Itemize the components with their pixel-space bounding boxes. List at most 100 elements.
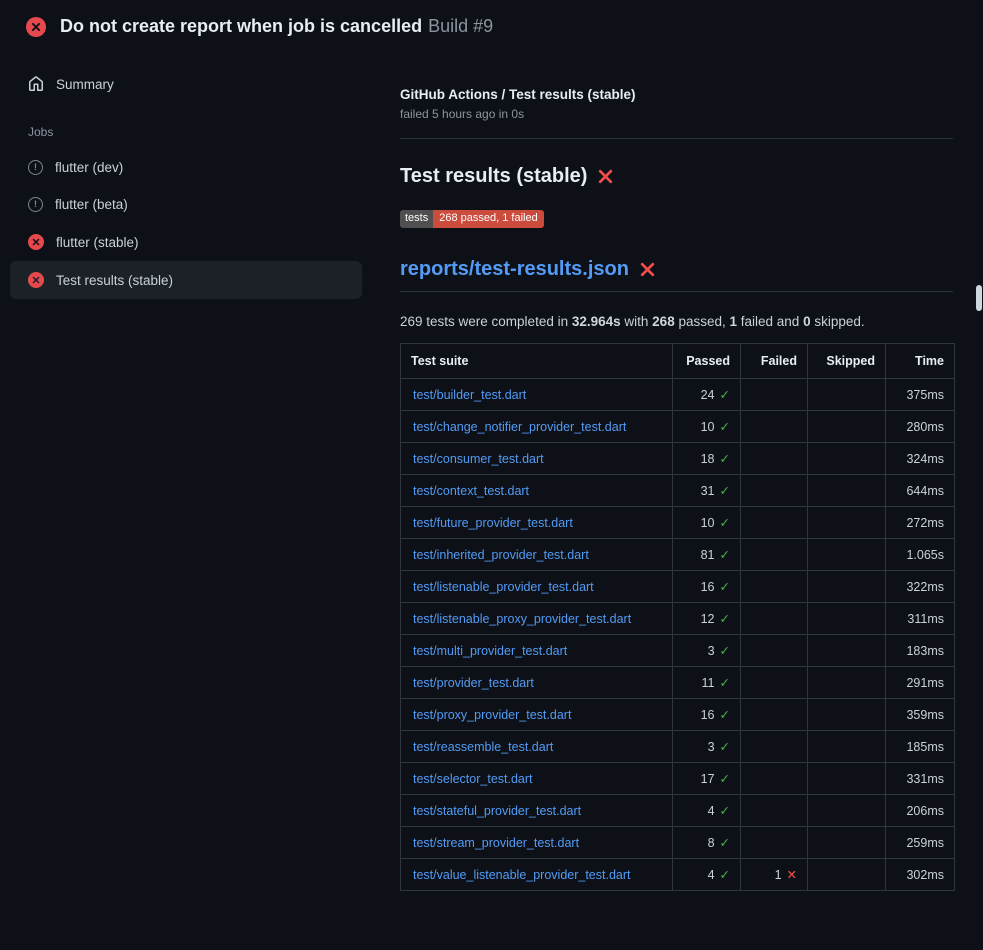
check-icon: ✓ — [720, 708, 730, 722]
test-suite-link[interactable]: test/value_listenable_provider_test.dart — [413, 868, 631, 882]
badge-value: 268 passed, 1 failed — [433, 210, 543, 228]
skipped-cell — [808, 827, 886, 859]
time-cell: 302ms — [886, 859, 955, 891]
passed-cell-count: 17 — [701, 772, 715, 786]
test-suite-link[interactable]: test/listenable_provider_test.dart — [413, 580, 594, 594]
passed-cell: 18 ✓ — [673, 443, 741, 475]
test-results-table: Test suite Passed Failed Skipped Time te… — [400, 343, 955, 891]
jobs-section-label: Jobs — [10, 103, 362, 149]
sidebar-item-flutter-beta[interactable]: flutter (beta) — [10, 186, 362, 223]
table-row: test/change_notifier_provider_test.dart1… — [401, 411, 955, 443]
test-suite-link[interactable]: test/inherited_provider_test.dart — [413, 548, 589, 562]
sidebar-item-test-results-stable[interactable]: Test results (stable) — [10, 261, 362, 299]
passed-cell: 17 ✓ — [673, 763, 741, 795]
col-skipped: Skipped — [808, 344, 886, 379]
test-suite-link[interactable]: test/multi_provider_test.dart — [413, 644, 567, 658]
time-cell: 272ms — [886, 507, 955, 539]
failed-x-icon — [597, 168, 614, 185]
check-icon: ✓ — [720, 740, 730, 754]
time-cell: 183ms — [886, 635, 955, 667]
test-suite-link[interactable]: test/stateful_provider_test.dart — [413, 804, 581, 818]
table-row: test/reassemble_test.dart 3✓ 185ms — [401, 731, 955, 763]
sidebar-item-label: Test results (stable) — [56, 273, 173, 288]
suite-cell: test/value_listenable_provider_test.dart — [401, 859, 673, 891]
check-icon: ✓ — [720, 836, 730, 850]
suite-cell: test/reassemble_test.dart — [401, 731, 673, 763]
failed-cell — [741, 379, 808, 411]
skipped-cell — [808, 507, 886, 539]
results-table-body: test/builder_test.dart24✓375mstest/chang… — [401, 379, 955, 891]
table-row: test/stream_provider_test.dart8✓259ms — [401, 827, 955, 859]
badge-label: tests — [400, 210, 433, 228]
check-icon: ✓ — [720, 580, 730, 594]
passed-cell-count: 3 — [708, 644, 715, 658]
passed-cell-count: 18 — [701, 452, 715, 466]
passed-cell: 10✓ — [673, 507, 741, 539]
time-cell: 331ms — [886, 763, 955, 795]
table-row: test/listenable_provider_test.dart16✓322… — [401, 571, 955, 603]
summary-text: skipped. — [811, 314, 865, 329]
failed-cell — [741, 795, 808, 827]
failed-cell — [741, 475, 808, 507]
sidebar-item-label: flutter (stable) — [56, 235, 139, 250]
check-icon: ✓ — [720, 452, 730, 466]
check-icon: ✓ — [720, 772, 730, 786]
test-suite-link[interactable]: test/consumer_test.dart — [413, 452, 544, 466]
skipped-cell — [808, 443, 886, 475]
summary-text: passed, — [675, 314, 730, 329]
time-cell: 185ms — [886, 731, 955, 763]
time-cell: 311ms — [886, 603, 955, 635]
breadcrumb: GitHub Actions / Test results (stable) — [400, 87, 953, 102]
test-suite-link[interactable]: test/change_notifier_provider_test.dart — [413, 420, 626, 434]
skipped-cell — [808, 731, 886, 763]
failed-cell — [741, 827, 808, 859]
suite-cell: test/listenable_proxy_provider_test.dart — [401, 603, 673, 635]
passed-cell: 4✓ — [673, 859, 741, 891]
sidebar-item-summary[interactable]: Summary — [10, 65, 362, 103]
suite-cell: test/inherited_provider_test.dart — [401, 539, 673, 571]
test-suite-link[interactable]: test/provider_test.dart — [413, 676, 534, 690]
build-number: Build #9 — [428, 16, 493, 36]
test-suite-link[interactable]: test/future_provider_test.dart — [413, 516, 573, 530]
check-icon: ✓ — [720, 868, 730, 882]
test-suite-link[interactable]: test/reassemble_test.dart — [413, 740, 553, 754]
check-icon: ✓ — [720, 420, 730, 434]
passed-cell-count: 4 — [708, 804, 715, 818]
summary-duration: 32.964s — [572, 314, 621, 329]
test-suite-link[interactable]: test/proxy_provider_test.dart — [413, 708, 571, 722]
passed-cell: 3✓ — [673, 731, 741, 763]
report-link[interactable]: reports/test-results.json — [400, 258, 629, 281]
sidebar-item-flutter-dev[interactable]: flutter (dev) — [10, 149, 362, 186]
test-suite-link[interactable]: test/builder_test.dart — [413, 388, 526, 402]
skipped-cell — [808, 763, 886, 795]
time-cell: 206ms — [886, 795, 955, 827]
test-suite-link[interactable]: test/listenable_proxy_provider_test.dart — [413, 612, 631, 626]
test-suite-link[interactable]: test/selector_test.dart — [413, 772, 533, 786]
summary-line: 269 tests were completed in 32.964s with… — [400, 314, 953, 329]
test-suite-link[interactable]: test/stream_provider_test.dart — [413, 836, 579, 850]
suite-cell: test/change_notifier_provider_test.dart — [401, 411, 673, 443]
scrollbar-thumb[interactable] — [976, 285, 982, 311]
failed-cell — [741, 635, 808, 667]
passed-cell: 11✓ — [673, 667, 741, 699]
failed-cell — [741, 411, 808, 443]
test-suite-link[interactable]: test/context_test.dart — [413, 484, 529, 498]
check-icon: ✓ — [720, 388, 730, 402]
failed-cell — [741, 731, 808, 763]
skipped-cell — [808, 475, 886, 507]
failed-cell — [741, 571, 808, 603]
failed-x-icon — [639, 261, 656, 278]
sidebar-item-flutter-stable[interactable]: flutter (stable) — [10, 223, 362, 261]
skipped-cell — [808, 571, 886, 603]
table-row: test/multi_provider_test.dart 3✓ 183ms — [401, 635, 955, 667]
failed-cell-count: 1 — [775, 868, 782, 882]
passed-cell: 8✓ — [673, 827, 741, 859]
passed-cell: 3✓ — [673, 635, 741, 667]
passed-cell-count: 10 — [701, 516, 715, 530]
header: Do not create report when job is cancell… — [0, 0, 983, 51]
main-content: GitHub Actions / Test results (stable) f… — [376, 51, 983, 891]
passed-cell-count: 16 — [701, 708, 715, 722]
failed-status-icon — [28, 234, 44, 250]
sidebar-item-label: flutter (dev) — [55, 160, 123, 175]
failed-cell — [741, 443, 808, 475]
